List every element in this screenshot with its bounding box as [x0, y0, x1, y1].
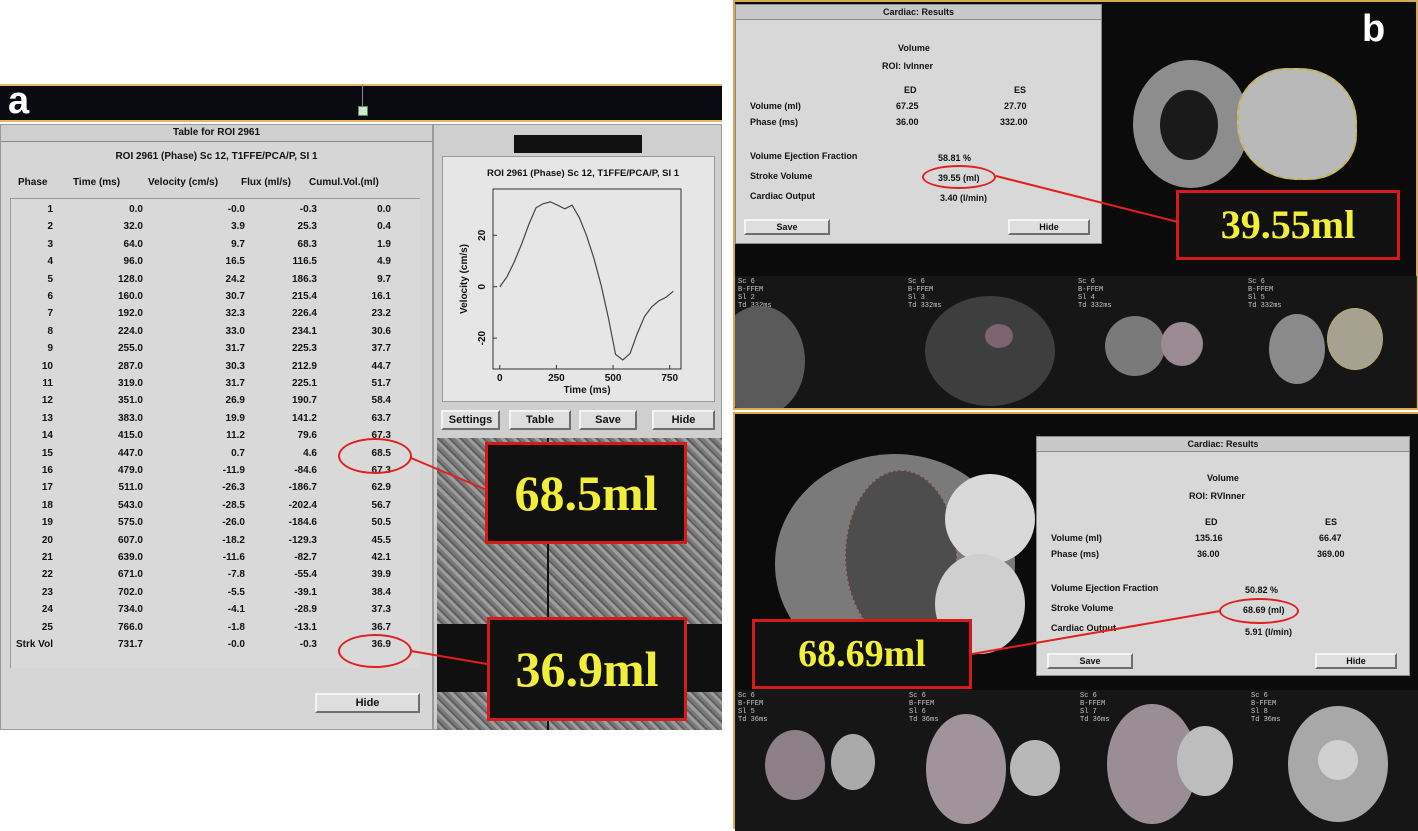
panel-b-leader-lines	[971, 175, 1221, 655]
